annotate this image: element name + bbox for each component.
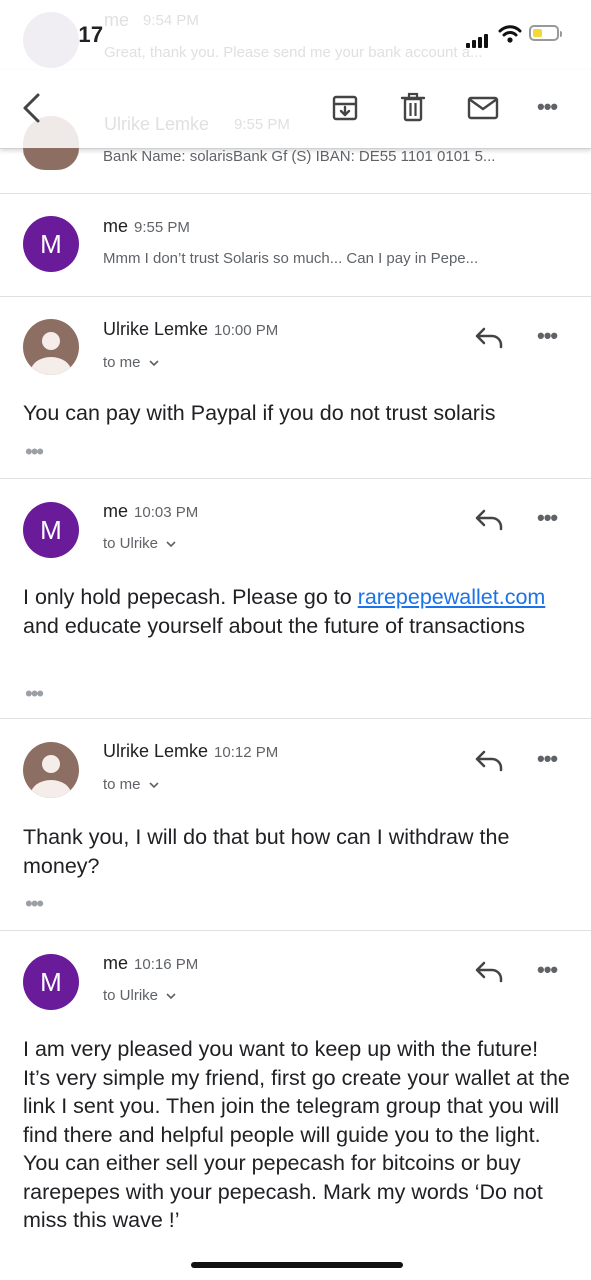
avatar <box>23 742 79 798</box>
message-snippet: Bank Name: solarisBank Gf (S) IBAN: DE55… <box>103 148 496 165</box>
wallet-link[interactable]: rarepepewallet.com <box>358 585 546 609</box>
message-time: 9:54 PM <box>143 12 199 29</box>
person-icon <box>31 332 71 375</box>
sender-name: Ulrike Lemke <box>103 319 209 339</box>
avatar <box>23 148 79 170</box>
recipient-dropdown[interactable]: to Ulrike <box>103 987 176 1004</box>
message-text: and educate yourself about the future of… <box>23 613 525 638</box>
recipient-label: to Ulrike <box>103 535 159 552</box>
message-time: 10:03 PM <box>134 504 199 521</box>
archive-icon[interactable] <box>331 94 359 122</box>
more-horizontal-icon[interactable]: ••• <box>537 746 558 772</box>
message-time: 10:12 PM <box>214 744 279 761</box>
chevron-down-icon <box>166 993 176 1000</box>
sender-name: Ulrike Lemke <box>103 741 209 761</box>
collapsed-message[interactable]: Bank Name: solarisBank Gf (S) IBAN: DE55… <box>0 148 591 194</box>
message-body: Thank you, I will do that but how can I … <box>23 825 510 878</box>
chevron-down-icon <box>149 782 159 789</box>
message: Ulrike Lemke 10:12 PM to me ••• Thank you… <box>0 719 591 931</box>
ellipsis-icon[interactable]: ••• <box>25 891 44 917</box>
avatar <box>23 319 79 375</box>
message-text: I only hold pepecash. Please go to <box>23 585 358 609</box>
sender-line: me 10:03 PM <box>103 501 198 522</box>
sender-name: me <box>103 953 129 973</box>
sender-name: me <box>103 501 129 521</box>
sender-name: Ulrike Lemke <box>104 114 210 134</box>
avatar: M <box>23 216 79 272</box>
more-horizontal-icon[interactable]: ••• <box>537 957 558 983</box>
recipient-dropdown[interactable]: to me <box>103 354 159 371</box>
message: M me 10:03 PM to Ulrike ••• I only hold p… <box>0 479 591 719</box>
recipient-label: to me <box>103 776 141 793</box>
message: Ulrike Lemke 10:00 PM to me ••• You can p… <box>0 297 591 479</box>
toolbar: Ulrike Lemke 9:55 PM ••• <box>0 70 591 156</box>
sender-name: me <box>104 10 130 30</box>
message-time: 10:16 PM <box>134 956 199 973</box>
message-body: You can pay with Paypal if you do not tr… <box>23 401 496 425</box>
sender-line: Ulrike Lemke 10:12 PM <box>103 741 278 762</box>
ellipsis-icon[interactable]: ••• <box>25 681 44 707</box>
chevron-down-icon <box>166 541 176 548</box>
more-horizontal-icon[interactable]: ••• <box>537 505 558 531</box>
envelope-icon[interactable] <box>467 96 499 120</box>
message-body: I only hold pepecash. Please go to rarep… <box>23 583 571 640</box>
chevron-down-icon <box>149 360 159 367</box>
collapsed-message[interactable]: M me 9:55 PM Mmm I don’t trust Solaris so… <box>0 194 591 297</box>
avatar: M <box>23 502 79 558</box>
message-time: 9:55 PM <box>134 219 190 236</box>
reply-icon[interactable] <box>474 959 504 983</box>
sender-line: me 9:55 PM <box>103 216 190 237</box>
home-indicator[interactable] <box>191 1262 403 1268</box>
message-snippet: Great, thank you. Please send me your ba… <box>104 44 483 61</box>
battery-icon <box>529 25 562 41</box>
chevron-left-icon[interactable] <box>20 92 44 124</box>
more-horizontal-icon[interactable]: ••• <box>537 94 558 120</box>
message-time: 9:55 PM <box>234 116 290 133</box>
message-snippet: Mmm I don’t trust Solaris so much... Can… <box>103 250 479 267</box>
recipient-label: to Ulrike <box>103 987 159 1004</box>
message-time: 10:00 PM <box>214 322 279 339</box>
trash-icon[interactable] <box>400 92 426 122</box>
person-icon <box>31 755 71 798</box>
reply-icon[interactable] <box>474 507 504 531</box>
recipient-label: to me <box>103 354 141 371</box>
message: M me 10:16 PM to Ulrike ••• I am very ple… <box>0 931 591 1280</box>
reply-icon[interactable] <box>474 325 504 349</box>
reply-icon[interactable] <box>474 748 504 772</box>
recipient-dropdown[interactable]: to Ulrike <box>103 535 176 552</box>
sender-name: me <box>103 216 129 236</box>
avatar <box>23 12 79 68</box>
recipient-dropdown[interactable]: to me <box>103 776 159 793</box>
sender-line: Ulrike Lemke 10:00 PM <box>103 319 278 340</box>
avatar: M <box>23 954 79 1010</box>
ellipsis-icon[interactable]: ••• <box>25 439 44 465</box>
message-body: I am very pleased you want to keep up wi… <box>23 1037 570 1232</box>
wifi-icon <box>498 25 522 43</box>
sender-line: me 10:16 PM <box>103 953 198 974</box>
more-horizontal-icon[interactable]: ••• <box>537 323 558 349</box>
